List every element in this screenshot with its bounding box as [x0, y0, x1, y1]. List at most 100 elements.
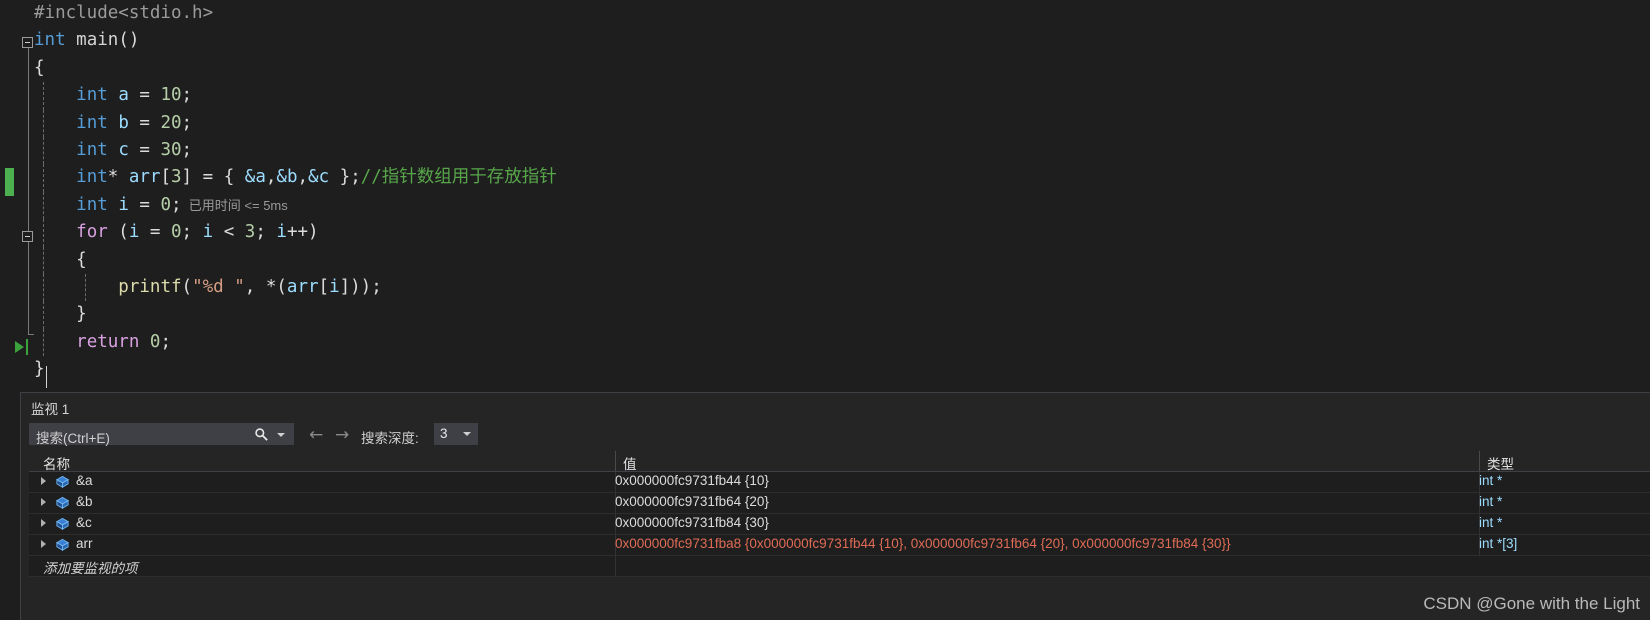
watch-row-name-cell[interactable]: &b [29, 493, 614, 513]
code-line[interactable]: } [34, 356, 1650, 383]
code-token: = [128, 112, 161, 133]
text-caret [46, 366, 47, 388]
watch-row-name: &a [76, 473, 93, 488]
code-text-area[interactable]: #include<stdio.h> int main() { int a = 10;… [34, 0, 1650, 392]
code-token: &b [276, 167, 298, 188]
code-token: 3 [171, 167, 182, 188]
code-line[interactable]: return 0; [34, 328, 1650, 357]
code-token: ; [181, 85, 193, 106]
variable-icon [55, 517, 70, 530]
watch-row-value[interactable]: 0x000000fc9731fba8 {0x000000fc9731fb44 {… [615, 536, 1495, 551]
search-options-chevron-down-icon[interactable] [277, 433, 285, 437]
code-token: ; [181, 112, 193, 133]
code-line[interactable]: int* arr[3] = { &a,&b,&c };//指针数组用于存放指针 [34, 164, 1650, 192]
table-row[interactable]: &a 0x000000fc9731fb44 {10} int * [29, 472, 1650, 493]
column-divider-1[interactable] [615, 451, 616, 471]
code-line[interactable]: int a = 10; [34, 82, 1650, 110]
indent-guide [43, 191, 44, 220]
search-next-arrow-icon[interactable]: → [335, 425, 349, 445]
code-token: ; [350, 167, 361, 188]
code-token: ; [160, 331, 172, 352]
code-line[interactable]: int b = 20; [34, 109, 1650, 137]
code-editor[interactable]: #include<stdio.h> int main() { int a = 10;… [0, 0, 1650, 392]
table-row[interactable]: &b 0x000000fc9731fb64 {20} int * [29, 493, 1650, 514]
watch-window[interactable]: 监视 1 搜索(Ctrl+E) ← → 搜索深度: 3 名称 值 类型 &a 0x… [20, 392, 1650, 620]
watch-row-name-cell[interactable]: &a [29, 472, 614, 492]
watch-grid[interactable]: 名称 值 类型 &a 0x000000fc9731fb44 {10} int * &b… [29, 451, 1650, 577]
code-token: { [76, 249, 87, 270]
search-depth-value: 3 [440, 426, 448, 441]
watch-add-item-row[interactable]: 添加要监视的项 [29, 556, 1650, 577]
code-token: c [118, 139, 129, 160]
indent-guide [43, 109, 44, 137]
breakpoint-margin[interactable] [0, 0, 20, 392]
watch-row-name: &c [76, 515, 92, 530]
column-header-value[interactable]: 值 [623, 453, 637, 473]
variable-icon [55, 475, 70, 488]
code-line[interactable]: int c = 30; [34, 136, 1650, 165]
indent-guide [43, 219, 44, 247]
search-prev-arrow-icon[interactable]: ← [309, 425, 323, 445]
code-line[interactable]: int main() [34, 27, 1650, 54]
code-token: #include<stdio.h> [34, 3, 214, 23]
watch-row-type: int * [1479, 515, 1503, 530]
code-token: () [118, 30, 140, 51]
code-line[interactable]: for (i = 0; i < 3; i++) [34, 219, 1650, 247]
column-divider-2[interactable] [1479, 451, 1480, 471]
code-line[interactable]: { [34, 246, 1650, 274]
table-row[interactable]: arr 0x000000fc9731fba8 {0x000000fc9731fb4… [29, 535, 1650, 556]
code-token: arr [128, 167, 161, 188]
code-token: ] [181, 167, 193, 188]
column-header-name[interactable]: 名称 [43, 453, 70, 473]
watch-add-item-placeholder: 添加要监视的项 [43, 561, 138, 576]
code-token: { [34, 57, 45, 78]
fold-collapse-icon-for[interactable] [22, 231, 33, 242]
code-token: < [213, 222, 245, 243]
code-token: 0 [160, 194, 172, 215]
code-token: = [139, 222, 171, 243]
watch-grid-body[interactable]: &a 0x000000fc9731fb44 {10} int * &b 0x000000… [29, 472, 1650, 556]
fold-collapse-icon-main[interactable] [22, 37, 33, 48]
search-depth-select[interactable]: 3 [434, 423, 478, 445]
code-token: ])); [339, 276, 382, 297]
watch-toolbar[interactable]: 搜索(Ctrl+E) ← → 搜索深度: 3 [29, 423, 1644, 447]
watch-row-name-cell[interactable]: &c [29, 514, 614, 534]
code-token: a [118, 85, 129, 106]
expand-triangle-icon[interactable] [41, 540, 46, 548]
code-token: } [34, 359, 45, 380]
code-line[interactable]: #include<stdio.h> [34, 0, 1650, 27]
code-line[interactable]: { [34, 55, 1650, 82]
code-token: 0 [149, 331, 161, 352]
watch-grid-header[interactable]: 名称 值 类型 [29, 451, 1650, 472]
run-to-cursor-arrow-icon[interactable] [15, 341, 24, 353]
table-row[interactable]: &c 0x000000fc9731fb84 {30} int * [29, 514, 1650, 535]
watch-row-value[interactable]: 0x000000fc9731fb64 {20} [615, 494, 1495, 509]
code-token: int [76, 194, 108, 215]
code-line[interactable]: printf("%d ", *(arr[i])); [34, 273, 1650, 302]
code-line[interactable]: } [34, 301, 1650, 329]
search-icon[interactable] [254, 427, 269, 442]
watch-row-value[interactable]: 0x000000fc9731fb84 {30} [615, 515, 1495, 530]
code-token: arr [286, 276, 319, 297]
expand-triangle-icon[interactable] [41, 519, 46, 527]
expand-triangle-icon[interactable] [41, 498, 46, 506]
code-line[interactable]: int i = 0; 已用时间 <= 5ms [34, 191, 1650, 220]
code-token: printf [118, 276, 182, 297]
code-token: * [107, 167, 129, 188]
elapsed-time-datatip: 已用时间 <= 5ms [181, 197, 288, 213]
column-header-type[interactable]: 类型 [1487, 453, 1514, 473]
search-depth-chevron-down-icon[interactable] [463, 432, 471, 436]
code-token: 10 [160, 85, 182, 106]
expand-triangle-icon[interactable] [41, 477, 46, 485]
watch-row-name-cell[interactable]: arr [29, 535, 614, 555]
code-token: for [76, 222, 108, 243]
code-token: "%d " [192, 276, 245, 297]
watch-row-value[interactable]: 0x000000fc9731fb44 {10} [615, 473, 1495, 488]
search-input[interactable]: 搜索(Ctrl+E) [29, 423, 294, 446]
